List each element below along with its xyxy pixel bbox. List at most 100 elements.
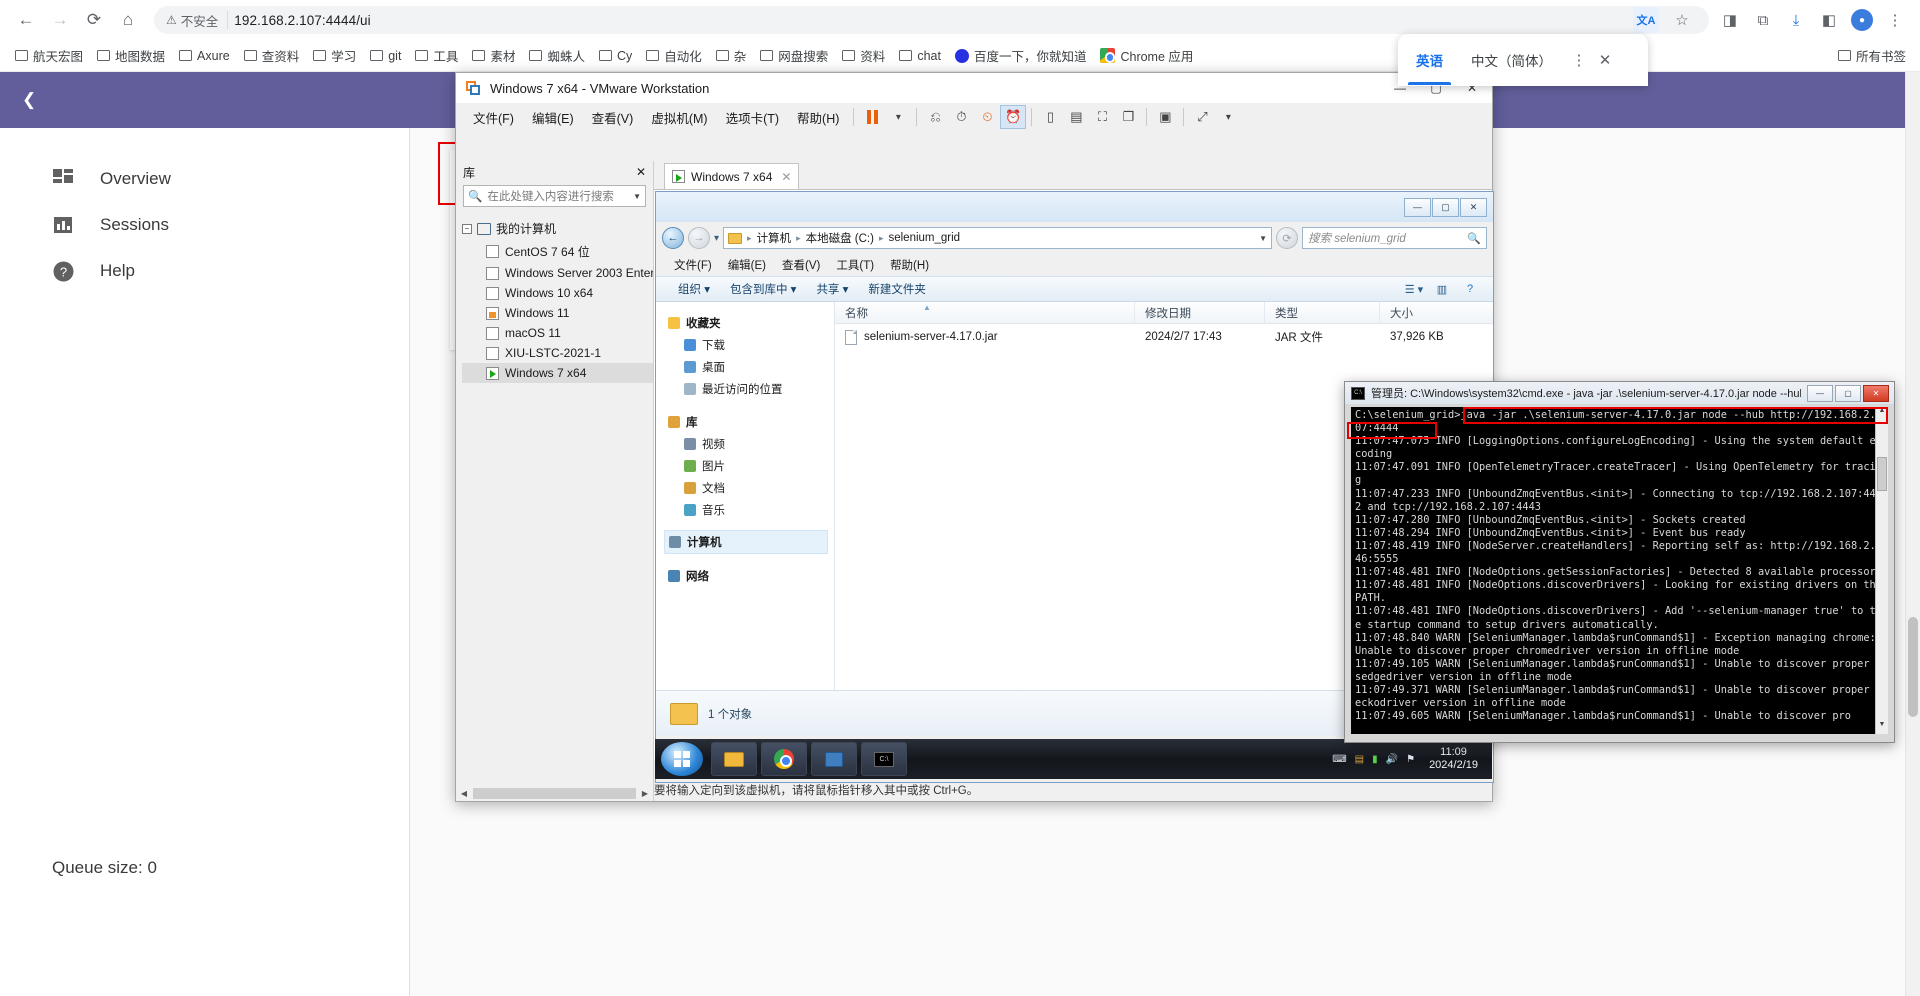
stretch-guest-icon[interactable]: ⤢ — [1189, 105, 1215, 129]
change-view-icon[interactable]: ☰ ▾ — [1403, 280, 1425, 298]
vmware-titlebar[interactable]: Windows 7 x64 - VMware Workstation — ▢ ✕ — [456, 73, 1492, 103]
bookmark-item[interactable]: chat — [892, 46, 948, 66]
vm-tab-close-icon[interactable]: ✕ — [781, 170, 791, 184]
tray-volume-icon[interactable]: 🔊 — [1386, 754, 1398, 765]
bookmark-item[interactable]: 网盘搜索 — [753, 43, 835, 68]
downloads-icon[interactable]: ⤓ — [1781, 5, 1811, 35]
column-name[interactable]: 名称 ▲ — [835, 301, 1135, 324]
bookmark-item[interactable]: 自动化 — [639, 43, 709, 68]
translate-tab-chinese[interactable]: 中文（简体） — [1457, 35, 1566, 85]
scrollbar-thumb[interactable] — [473, 787, 636, 799]
start-button[interactable] — [661, 742, 703, 776]
organize-button[interactable]: 组织 ▾ — [668, 278, 720, 300]
taskbar-clock[interactable]: 11:09 2024/2/19 — [1423, 746, 1484, 772]
home-button[interactable]: ⌂ — [112, 4, 144, 36]
library-horizontal-scrollbar[interactable]: ◀ ▶ — [456, 785, 653, 801]
tray-network-icon[interactable]: ▮ — [1372, 754, 1378, 765]
collapse-toggle-icon[interactable]: − — [462, 223, 472, 234]
forward-button[interactable]: → — [44, 4, 76, 36]
menu-vm[interactable]: 虚拟机(M) — [642, 104, 716, 131]
reload-button[interactable]: ⟳ — [78, 4, 110, 36]
unity-mode-icon[interactable]: ❐ — [1115, 105, 1141, 129]
vm-list-item[interactable]: CentOS 7 64 位 — [462, 240, 653, 263]
explorer-search-input[interactable]: 搜索 selenium_grid 🔍 — [1302, 227, 1487, 249]
close-button[interactable]: ✕ — [1863, 384, 1889, 402]
all-bookmarks-button[interactable]: 所有书签 — [1831, 43, 1912, 68]
snapshot-manager-icon[interactable]: ⏰ — [1000, 105, 1027, 129]
vm-list-item[interactable]: Windows 11 — [462, 303, 653, 323]
suspend-button[interactable] — [859, 105, 885, 129]
tray-keyboard-icon[interactable]: ⌨ — [1332, 754, 1346, 765]
preview-pane-icon[interactable]: ▥ — [1431, 280, 1453, 298]
taskbar-cmd-button[interactable]: C:\ — [861, 742, 907, 776]
vm-list-item[interactable]: XIU-LSTC-2021-1 — [462, 343, 653, 363]
scroll-left-icon[interactable]: ◀ — [456, 789, 472, 798]
menu-file[interactable]: 文件(F) — [464, 104, 523, 131]
sidebar-item-sessions[interactable]: Sessions — [0, 202, 409, 248]
console-view-icon[interactable]: ▣ — [1152, 105, 1178, 129]
menu-edit[interactable]: 编辑(E) — [720, 255, 774, 275]
bookmark-item[interactable]: 航天宏图 — [8, 43, 90, 68]
show-library-icon[interactable]: ▯ — [1037, 105, 1063, 129]
bookmark-item[interactable]: 学习 — [306, 43, 363, 68]
bookmark-item[interactable]: git — [363, 46, 408, 66]
stretch-dropdown-icon[interactable]: ▾ — [1215, 105, 1241, 129]
back-button[interactable]: ← — [10, 4, 42, 36]
minimize-button[interactable]: — — [1404, 197, 1431, 217]
library-close-icon[interactable]: ✕ — [636, 165, 646, 179]
menu-help[interactable]: 帮助(H) — [788, 104, 848, 131]
maximize-button[interactable]: ▢ — [1432, 197, 1459, 217]
nav-group-network[interactable]: 网络 — [664, 563, 834, 587]
vm-list-item[interactable]: Windows 10 x64 — [462, 283, 653, 303]
maximize-button[interactable]: ▢ — [1835, 384, 1861, 402]
nav-item-recent-places[interactable]: 最近访问的位置 — [664, 378, 834, 400]
nav-item-videos[interactable]: 视频 — [664, 433, 834, 455]
help-icon[interactable]: ? — [1459, 280, 1481, 298]
bookmark-item[interactable]: 杂 — [709, 43, 754, 68]
menu-edit[interactable]: 编辑(E) — [523, 104, 583, 131]
power-dropdown-icon[interactable]: ▾ — [885, 105, 911, 129]
nav-item-music[interactable]: 音乐 — [664, 499, 834, 521]
revert-snapshot-icon[interactable]: ⏲ — [974, 105, 1000, 129]
chevron-down-icon[interactable]: ▼ — [1259, 234, 1267, 243]
minimize-button[interactable]: — — [1807, 384, 1833, 402]
address-bar[interactable]: ⚠ 不安全 192.168.2.107:4444/ui 文A ☆ — [154, 6, 1709, 34]
breadcrumb-computer[interactable]: 计算机 — [757, 230, 792, 246]
share-button[interactable]: 共享 ▾ — [806, 278, 858, 300]
column-size[interactable]: 大小 — [1380, 302, 1490, 324]
menu-file[interactable]: 文件(F) — [666, 255, 720, 275]
fullscreen-icon[interactable]: ⛶ — [1089, 105, 1115, 129]
tray-folder-icon[interactable]: ▤ — [1355, 754, 1364, 765]
include-in-library-button[interactable]: 包含到库中 ▾ — [720, 278, 806, 300]
taskbar-vmware-tools-button[interactable] — [811, 742, 857, 776]
vm-list-item[interactable]: macOS 11 — [462, 323, 653, 343]
tray-action-center-icon[interactable]: ⚑ — [1406, 754, 1415, 765]
vm-list-item-selected[interactable]: Windows 7 x64 — [462, 363, 653, 383]
more-options-icon[interactable]: ⋮ — [1566, 47, 1592, 73]
bookmark-item[interactable]: 百度一下，你就知道 — [948, 43, 1094, 68]
menu-view[interactable]: 查看(V) — [774, 255, 828, 275]
bookmark-star-icon[interactable]: ☆ — [1667, 5, 1697, 35]
security-chip[interactable]: ⚠ 不安全 — [166, 11, 229, 29]
back-button[interactable]: ← — [662, 227, 684, 249]
library-search-box[interactable]: 🔍 在此处键入内容进行搜索 ▼ — [463, 185, 646, 207]
breadcrumb-selenium-grid[interactable]: selenium_grid — [888, 232, 960, 244]
explorer-breadcrumb[interactable]: ▸ 计算机 ▸ 本地磁盘 (C:) ▸ selenium_grid ▼ — [723, 227, 1272, 249]
vm-list-item[interactable]: Windows Server 2003 Enter — [462, 263, 653, 283]
column-type[interactable]: 类型 — [1265, 301, 1380, 324]
bookmark-item[interactable]: 素材 — [465, 43, 522, 68]
bookmark-item[interactable]: 蜘蛛人 — [522, 43, 592, 68]
forward-button[interactable]: → — [688, 227, 710, 249]
vm-tab-windows7[interactable]: Windows 7 x64 ✕ — [664, 163, 800, 189]
bookmark-item[interactable]: Axure — [172, 46, 237, 66]
scroll-down-icon[interactable]: ▼ — [1876, 721, 1888, 734]
bookmark-item[interactable]: Cy — [592, 46, 639, 66]
chevron-left-icon[interactable]: ❮ — [22, 90, 36, 110]
tree-root-my-computer[interactable]: − 我的计算机 — [462, 217, 653, 240]
bookmark-item[interactable]: 工具 — [408, 43, 465, 68]
translate-tab-english[interactable]: 英语 — [1402, 35, 1457, 85]
nav-item-documents[interactable]: 文档 — [664, 477, 834, 499]
bookmark-item[interactable]: 查资料 — [237, 43, 307, 68]
breadcrumb-localdisk[interactable]: 本地磁盘 (C:) — [806, 230, 874, 246]
nav-group-favorites[interactable]: 收藏夹 — [664, 310, 834, 334]
